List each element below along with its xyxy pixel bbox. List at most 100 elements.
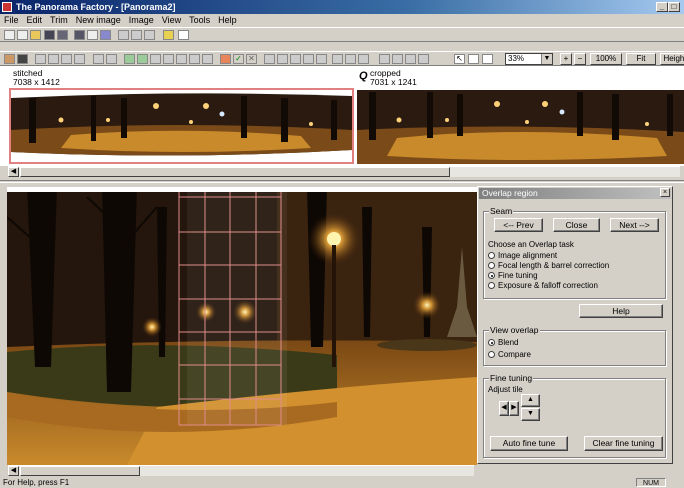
next-button[interactable]: Next --> <box>610 218 659 232</box>
auto-trim-icon[interactable] <box>316 54 327 64</box>
thumbnail-scrollbar[interactable]: ◀ <box>8 166 680 177</box>
compare-icon[interactable] <box>392 54 403 64</box>
grid-icon[interactable] <box>17 54 28 64</box>
settings-icon[interactable] <box>332 54 343 64</box>
task-focal-length[interactable]: Focal length & barrel correction <box>488 261 609 270</box>
menu-edit[interactable]: Edit <box>23 14 47 27</box>
camera-icon[interactable] <box>4 54 15 64</box>
tip-icon[interactable] <box>163 30 174 40</box>
flip-icon[interactable] <box>74 54 85 64</box>
menu-trim[interactable]: Trim <box>46 14 72 27</box>
menu-tools[interactable]: Tools <box>185 14 214 27</box>
main-scroll-left-icon[interactable]: ◀ <box>8 466 19 476</box>
trim-bottom-icon[interactable] <box>303 54 314 64</box>
redo-icon[interactable] <box>48 54 59 64</box>
view-blend[interactable]: Blend <box>488 338 518 347</box>
auto-fine-tune-button[interactable]: Auto fine tune <box>490 436 568 451</box>
task-image-alignment[interactable]: Image alignment <box>488 251 557 260</box>
dialog-close-button[interactable]: × <box>660 188 670 197</box>
cropped-thumbnail[interactable] <box>357 90 684 164</box>
blend-icon[interactable] <box>150 54 161 64</box>
view-overlap-icon[interactable] <box>137 54 148 64</box>
tile-up-button[interactable]: ▲ <box>521 394 540 407</box>
clear-fine-tuning-button[interactable]: Clear fine tuning <box>584 436 663 451</box>
trim-top-icon[interactable] <box>290 54 301 64</box>
minimize-button[interactable]: _ <box>656 2 668 12</box>
crop-icon[interactable] <box>220 54 231 64</box>
context-help-icon[interactable] <box>178 30 189 40</box>
save-icon[interactable] <box>44 30 55 40</box>
print-icon[interactable] <box>74 30 85 40</box>
height-button[interactable]: Height <box>660 53 684 65</box>
menu-help[interactable]: Help <box>214 14 241 27</box>
wizard-icon[interactable] <box>93 54 104 64</box>
undo-icon[interactable] <box>35 54 46 64</box>
prev-button[interactable]: <-- Prev <box>494 218 543 232</box>
radio-icon <box>488 262 495 269</box>
print-preview-icon[interactable] <box>87 30 98 40</box>
cut-icon[interactable] <box>118 30 129 40</box>
tile-down-button[interactable]: ▼ <box>521 408 540 421</box>
new-project-icon[interactable] <box>17 30 28 40</box>
open-icon[interactable] <box>30 30 41 40</box>
trim-left-icon[interactable] <box>264 54 275 64</box>
zoom-select[interactable]: 33% ▼ <box>505 53 553 65</box>
zoom-in-button[interactable]: + <box>560 53 572 65</box>
accept-icon[interactable]: ✓ <box>233 54 244 64</box>
menu-view[interactable]: View <box>158 14 185 27</box>
overlap-icon[interactable] <box>124 54 135 64</box>
thumbnail-scroll-thumb[interactable] <box>20 167 450 177</box>
pane-splitter[interactable] <box>0 180 684 183</box>
app-icon[interactable] <box>2 2 12 12</box>
trim-right-icon[interactable] <box>277 54 288 64</box>
seam-label: Seam <box>489 206 514 216</box>
close-button[interactable]: Close <box>553 218 600 232</box>
new-icon[interactable] <box>4 30 15 40</box>
stitch-icon[interactable] <box>106 54 117 64</box>
view-overlap-label: View overlap <box>489 325 540 335</box>
stitched-thumbnail[interactable] <box>9 88 354 164</box>
menu-image[interactable]: Image <box>125 14 158 27</box>
task-exposure[interactable]: Exposure & falloff correction <box>488 281 598 290</box>
zoom-lens-icon: Q <box>359 70 368 82</box>
tile-right-button[interactable]: ▶ <box>509 401 519 416</box>
copy-icon[interactable] <box>131 30 142 40</box>
standard-toolbar <box>0 27 684 42</box>
zoom-out-button[interactable]: − <box>574 53 586 65</box>
main-scroll-thumb[interactable] <box>20 466 140 476</box>
zoom-icon[interactable] <box>482 54 493 64</box>
task-fine-tuning[interactable]: Fine tuning <box>488 271 538 280</box>
main-image-view[interactable] <box>7 187 477 465</box>
status-hint: For Help, press F1 <box>3 478 70 487</box>
preview-icon[interactable] <box>345 54 356 64</box>
menu-new-image[interactable]: New image <box>72 14 125 27</box>
info-icon[interactable] <box>418 54 429 64</box>
task-prompt: Choose an Overlap task <box>488 240 574 249</box>
properties-icon[interactable] <box>100 30 111 40</box>
help-button[interactable]: Help <box>579 304 663 318</box>
main-scrollbar[interactable]: ◀ <box>8 465 474 476</box>
scroll-left-icon[interactable]: ◀ <box>8 167 19 177</box>
zoom-100-button[interactable]: 100% <box>590 53 622 65</box>
rotate-icon[interactable] <box>61 54 72 64</box>
exposure-icon[interactable] <box>189 54 200 64</box>
restore-button[interactable]: □ <box>668 2 680 12</box>
export-icon[interactable] <box>358 54 369 64</box>
pointer-icon[interactable]: ↖ <box>454 54 465 64</box>
fine-tuning-group: Fine tuning Adjust tile ◀ ▶ ▲ ▼ Auto fin… <box>483 373 666 458</box>
refresh-icon[interactable] <box>379 54 390 64</box>
cancel-icon[interactable]: ✕ <box>246 54 257 64</box>
menu-file[interactable]: File <box>0 14 23 27</box>
tile-left-button[interactable]: ◀ <box>499 401 509 416</box>
chevron-down-icon[interactable]: ▼ <box>541 54 552 64</box>
paste-icon[interactable] <box>144 30 155 40</box>
radio-selected-icon <box>488 339 495 346</box>
view-compare[interactable]: Compare <box>488 350 531 359</box>
histogram-icon[interactable] <box>405 54 416 64</box>
hand-icon[interactable] <box>468 54 479 64</box>
save-all-icon[interactable] <box>57 30 68 40</box>
target-icon[interactable] <box>202 54 213 64</box>
fit-button[interactable]: Fit <box>626 53 656 65</box>
align-icon[interactable] <box>163 54 174 64</box>
fine-tune-icon[interactable] <box>176 54 187 64</box>
